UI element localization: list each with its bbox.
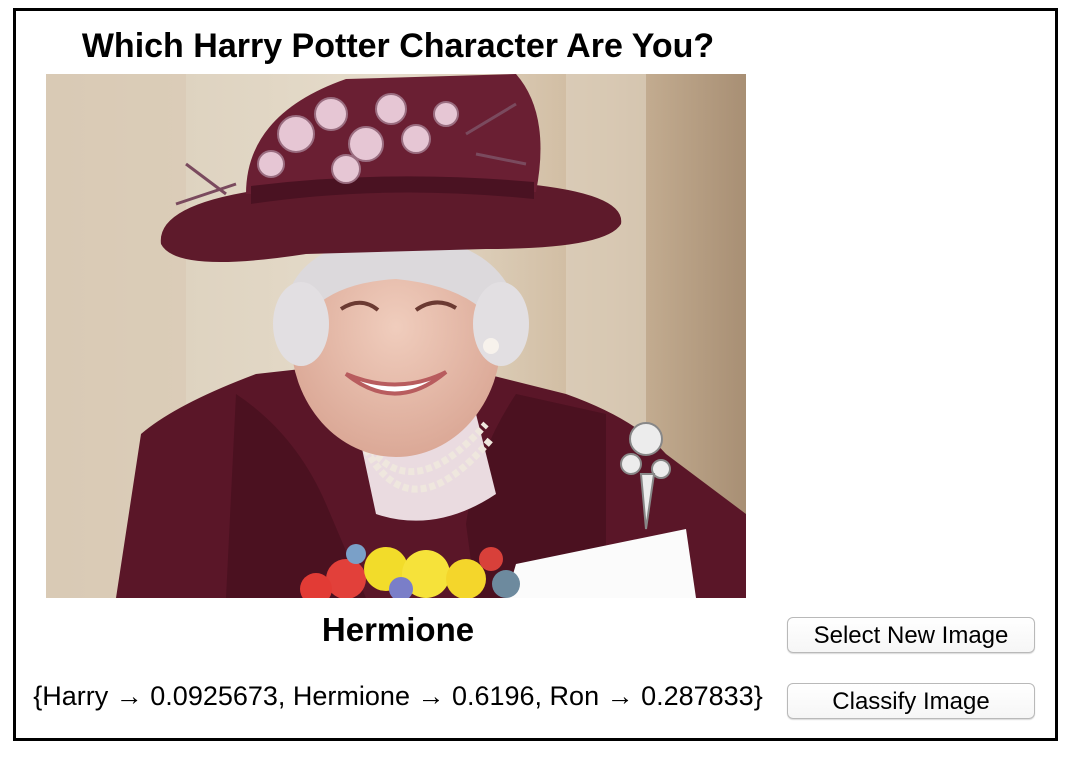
probabilities-text: {Harry → 0.0925673, Hermione → 0.6196, R…: [33, 681, 763, 711]
page-title: Which Harry Potter Character Are You?: [81, 27, 715, 65]
classify-image-button[interactable]: Classify Image: [787, 683, 1035, 719]
select-new-image-button[interactable]: Select New Image: [787, 617, 1035, 653]
notebook-panel: Which Harry Potter Character Are You? He…: [13, 8, 1058, 741]
prediction-label: Hermione: [321, 611, 475, 648]
portrait-photo: [46, 74, 746, 598]
